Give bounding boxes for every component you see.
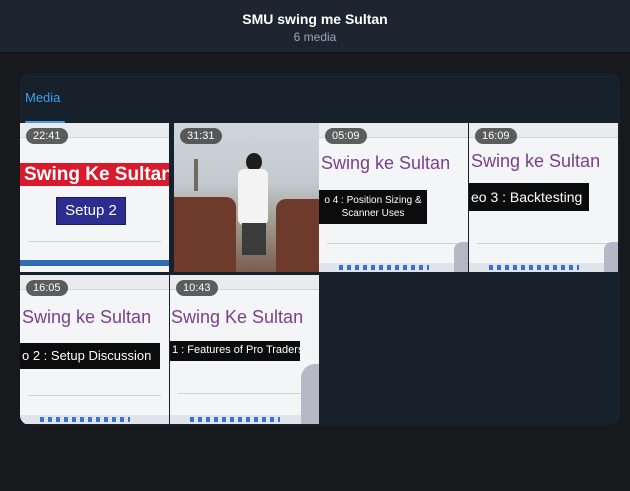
thumbnail-chart-axis (28, 395, 161, 396)
flag-pole (194, 159, 198, 191)
person-legs (242, 223, 266, 255)
thumbnail-taskbar (20, 415, 169, 424)
media-item[interactable]: Swing Ke Sultan Setup 2 22:41 (20, 123, 169, 272)
media-panel: Media Swing Ke Sultan Setup 2 22:41 31:3 (20, 73, 620, 425)
thumbnail-presenter (604, 242, 618, 272)
duration-badge: 10:43 (176, 280, 218, 296)
duration-badge: 16:09 (475, 128, 517, 144)
duration-badge: 31:31 (180, 128, 222, 144)
thumbnail-caption: Setup 2 (65, 202, 117, 219)
media-item[interactable]: Swing ke Sultan eo 3 : Backtesting 16:09 (469, 123, 618, 272)
thumbnail-chart-axis (28, 241, 161, 242)
thumbnail-caption-box: o 2 : Setup Discussion (20, 343, 160, 369)
thumbnail-presenter (301, 364, 319, 424)
thumbnail-chart-axis (477, 243, 610, 244)
thumbnail-taskbar (170, 415, 319, 424)
thumbnail-caption-box: eo 3 : Backtesting (469, 183, 589, 211)
person-body (238, 169, 268, 225)
thumbnail-presenter (454, 242, 468, 272)
chat-header: SMU swing me Sultan 6 media (0, 0, 630, 53)
fort-wall-left (174, 197, 236, 272)
media-item[interactable]: Swing ke Sultan o 2 : Setup Discussion 1… (20, 275, 169, 424)
duration-badge: 22:41 (26, 128, 68, 144)
duration-badge: 05:09 (325, 128, 367, 144)
media-item[interactable]: 31:31 (174, 123, 323, 272)
thumbnail-heading: Swing Ke Sultan (24, 164, 169, 185)
thumbnail-ticker (20, 260, 169, 266)
duration-badge: 16:05 (26, 280, 68, 296)
thumbnail-caption-box: 1 : Features of Pro Traders (170, 341, 304, 361)
thumbnail-heading: Swing ke Sultan (471, 151, 601, 171)
tab-media[interactable]: Media (25, 90, 60, 105)
thumbnail-heading: Swing ke Sultan (321, 153, 451, 173)
thumbnail-caption-box: o 4 : Position Sizing & Scanner Uses (319, 190, 427, 224)
thumbnail-chart-axis (327, 243, 460, 244)
thumbnail-heading: Swing Ke Sultan (171, 307, 304, 327)
thumbnail-caption: o 2 : Setup Discussion (22, 348, 152, 363)
thumbnail-caption: o 4 : Position Sizing & Scanner Uses (324, 195, 422, 219)
thumbnail-chart-axis (178, 393, 311, 394)
fort-wall-right (276, 199, 323, 272)
thumbnail-caption-box: Setup 2 (56, 197, 126, 225)
thumbnail-taskbar (319, 263, 468, 272)
media-item[interactable]: Swing Ke Sultan 1 : Features of Pro Trad… (170, 275, 319, 424)
thumbnail-taskbar (469, 263, 618, 272)
thumbnail-heading: Swing ke Sultan (22, 307, 152, 327)
chat-title[interactable]: SMU swing me Sultan (0, 11, 630, 27)
thumbnail-caption: eo 3 : Backtesting (471, 189, 583, 205)
thumbnail-caption: 1 : Features of Pro Traders (172, 344, 304, 356)
media-count: 6 media (293, 30, 337, 44)
thumbnail-title-banner: Swing Ke Sultan (20, 163, 169, 186)
media-item[interactable]: Swing ke Sultan o 4 : Position Sizing & … (319, 123, 468, 272)
